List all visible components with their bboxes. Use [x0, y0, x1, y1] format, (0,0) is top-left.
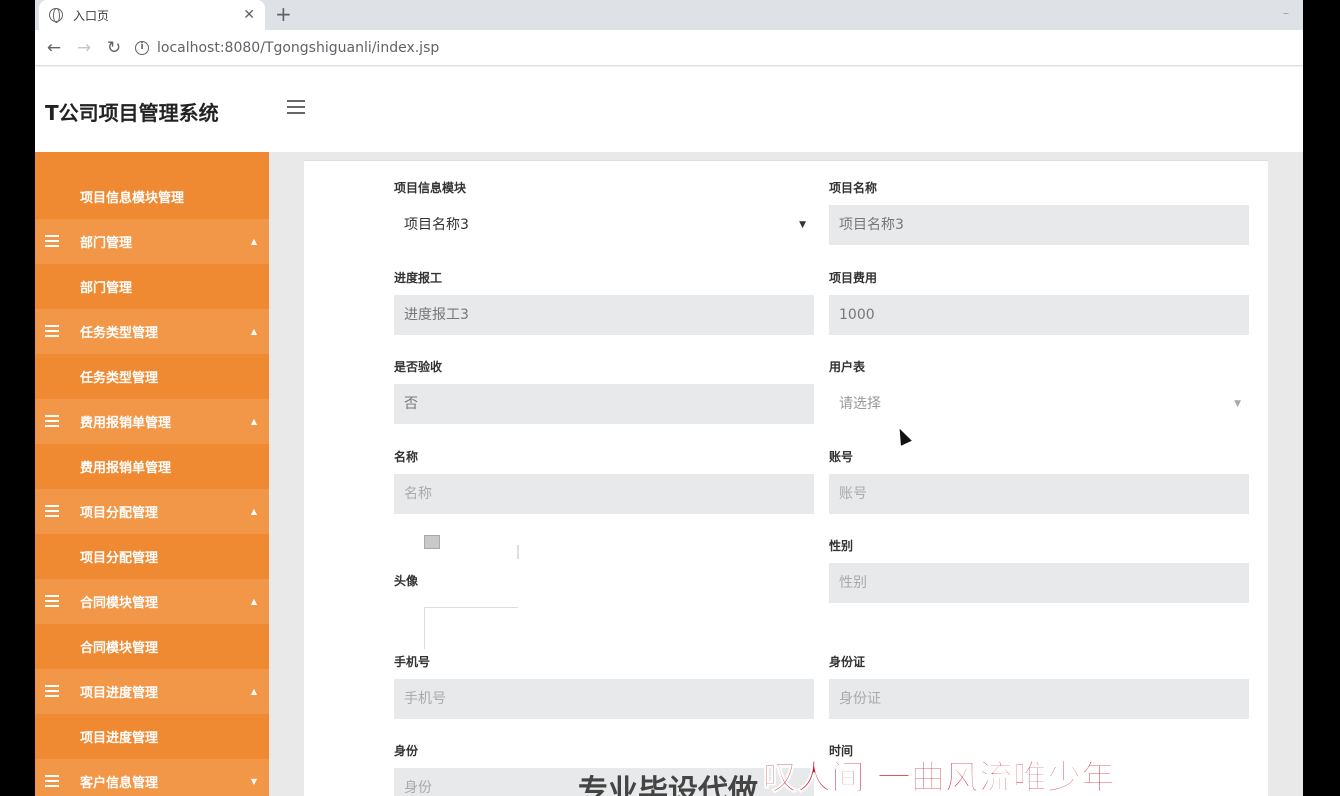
- avatar-upload[interactable]: [424, 607, 518, 649]
- chevron-icon: ▲: [250, 327, 257, 336]
- user-table-label: 用户表: [829, 360, 866, 374]
- sidebar-group-7[interactable]: 项目分配管理 ▲: [35, 489, 269, 534]
- chevron-icon: ▲: [250, 597, 257, 606]
- project-module-label: 项目信息模块: [394, 181, 467, 195]
- sidebar-item-label: 合同模块管理: [80, 641, 159, 656]
- app-title: T公司项目管理系统: [45, 101, 219, 125]
- project-cost-label: 项目费用: [829, 271, 878, 285]
- menu-toggle-icon[interactable]: [287, 100, 305, 118]
- sidebar-group-1[interactable]: 部门管理 ▲: [35, 219, 269, 264]
- project-module-value: 项目名称3: [404, 217, 469, 233]
- browser-tab[interactable]: 入口页 ✕: [39, 0, 265, 30]
- sidebar-item-label: 费用报销单管理: [80, 461, 172, 476]
- sidebar-group-11[interactable]: 项目进度管理 ▲: [35, 669, 269, 714]
- user-table-select[interactable]: 请选择 ▼: [829, 384, 1249, 424]
- sidebar-item-12[interactable]: 项目进度管理: [35, 714, 269, 759]
- avatar-label: 头像: [394, 574, 419, 588]
- tab-strip: 入口页 ✕ + –: [35, 0, 1303, 30]
- browser-toolbar: ← → ↻ i localhost:8080/Tgongshiguanli/in…: [35, 30, 1303, 66]
- phone-label: 手机号: [394, 655, 431, 669]
- project-name-label: 项目名称: [829, 181, 878, 195]
- chevron-down-icon: ▼: [799, 220, 806, 230]
- chevron-icon: ▲: [250, 687, 257, 696]
- sidebar-group-3[interactable]: 任务类型管理 ▲: [35, 309, 269, 354]
- identity-label: 身份: [394, 744, 419, 758]
- minimize-icon[interactable]: –: [1283, 6, 1289, 20]
- phone-input[interactable]: 手机号: [394, 679, 814, 719]
- sidebar-item-2[interactable]: 部门管理: [35, 264, 269, 309]
- chevron-icon: ▲: [250, 237, 257, 246]
- sidebar-group-label: 部门管理: [80, 236, 133, 251]
- list-icon: [45, 685, 59, 697]
- account-input[interactable]: 账号: [829, 474, 1249, 514]
- accepted-label: 是否验收: [394, 360, 443, 374]
- sidebar-item-label: 部门管理: [80, 281, 133, 296]
- list-icon: [45, 415, 59, 427]
- gender-input[interactable]: 性别: [829, 563, 1249, 603]
- reload-button[interactable]: ↻: [99, 38, 129, 58]
- progress-input[interactable]: 进度报工3: [394, 295, 814, 335]
- sidebar-item-8[interactable]: 项目分配管理: [35, 534, 269, 579]
- id-card-label: 身份证: [829, 655, 866, 669]
- sidebar-item-label: 项目分配管理: [80, 551, 159, 566]
- sidebar-group-13[interactable]: 客户信息管理 ▼: [35, 759, 269, 796]
- image-placeholder-icon: [424, 535, 440, 549]
- name-label: 名称: [394, 450, 419, 464]
- back-button[interactable]: ←: [39, 38, 69, 58]
- sidebar-group-9[interactable]: 合同模块管理 ▲: [35, 579, 269, 624]
- sidebar-group-label: 项目分配管理: [80, 506, 159, 521]
- subtitle-gray: 专业毕设代做: [578, 774, 758, 796]
- close-icon[interactable]: ✕: [243, 7, 255, 23]
- chevron-icon: ▲: [250, 417, 257, 426]
- subtitle-red: 叹人间 一曲风流唯少年: [763, 758, 1116, 796]
- globe-icon: [49, 8, 63, 23]
- sidebar-item-10[interactable]: 合同模块管理: [35, 624, 269, 669]
- sidebar-group-5[interactable]: 费用报销单管理 ▲: [35, 399, 269, 444]
- info-icon[interactable]: i: [135, 40, 149, 55]
- sidebar-group-label: 合同模块管理: [80, 596, 159, 611]
- sidebar-group-label: 任务类型管理: [80, 326, 159, 341]
- sidebar: 项目信息模块管理 部门管理 ▲ 部门管理 任务类型管理 ▲ 任务类型管理 费用报销单管理 ▲ 费用…: [35, 152, 269, 796]
- avatar-divider: [517, 545, 519, 559]
- sidebar-scrolled-item: [35, 152, 269, 174]
- user-table-value: 请选择: [839, 396, 881, 412]
- sidebar-item-label: 项目进度管理: [80, 731, 159, 746]
- list-icon: [45, 325, 59, 337]
- edit-form: 项目信息模块 项目名称3 ▼ 项目名称 项目名称3 进度报工 进度报工3 项目费…: [304, 160, 1268, 796]
- list-icon: [45, 235, 59, 247]
- forward-button[interactable]: →: [69, 38, 99, 58]
- project-name-input[interactable]: 项目名称3: [829, 205, 1249, 245]
- tab-title: 入口页: [73, 8, 110, 23]
- sidebar-item-label: 任务类型管理: [80, 371, 159, 386]
- browser-window: 入口页 ✕ + – ← → ↻ i localhost:8080/Tgongsh…: [35, 0, 1303, 796]
- id-card-input[interactable]: 身份证: [829, 679, 1249, 719]
- sidebar-item-label: 项目信息模块管理: [80, 191, 185, 206]
- project-cost-input[interactable]: 1000: [829, 295, 1249, 335]
- name-input[interactable]: 名称: [394, 474, 814, 514]
- accepted-input[interactable]: 否: [394, 384, 814, 424]
- chevron-icon: ▼: [250, 777, 257, 786]
- chevron-down-icon: ▼: [1234, 399, 1241, 409]
- sidebar-group-label: 客户信息管理: [80, 776, 159, 791]
- sidebar-item-4[interactable]: 任务类型管理: [35, 354, 269, 399]
- list-icon: [45, 775, 59, 787]
- sidebar-item-6[interactable]: 费用报销单管理: [35, 444, 269, 489]
- app-header: T公司项目管理系统: [35, 67, 1303, 152]
- progress-label: 进度报工: [394, 271, 443, 285]
- gender-label: 性别: [829, 539, 854, 553]
- list-icon: [45, 595, 59, 607]
- sidebar-item-0[interactable]: 项目信息模块管理: [35, 174, 269, 219]
- chevron-icon: ▲: [250, 507, 257, 516]
- account-label: 账号: [829, 450, 854, 464]
- project-module-select[interactable]: 项目名称3 ▼: [394, 205, 814, 245]
- address-bar[interactable]: i localhost:8080/Tgongshiguanli/index.js…: [135, 34, 1303, 62]
- sidebar-group-label: 项目进度管理: [80, 686, 159, 701]
- url-text: localhost:8080/Tgongshiguanli/index.jsp: [157, 39, 440, 56]
- list-icon: [45, 505, 59, 517]
- sidebar-group-label: 费用报销单管理: [80, 416, 172, 431]
- main-content: 项目信息模块 项目名称3 ▼ 项目名称 项目名称3 进度报工 进度报工3 项目费…: [269, 152, 1303, 796]
- new-tab-button[interactable]: +: [275, 2, 292, 26]
